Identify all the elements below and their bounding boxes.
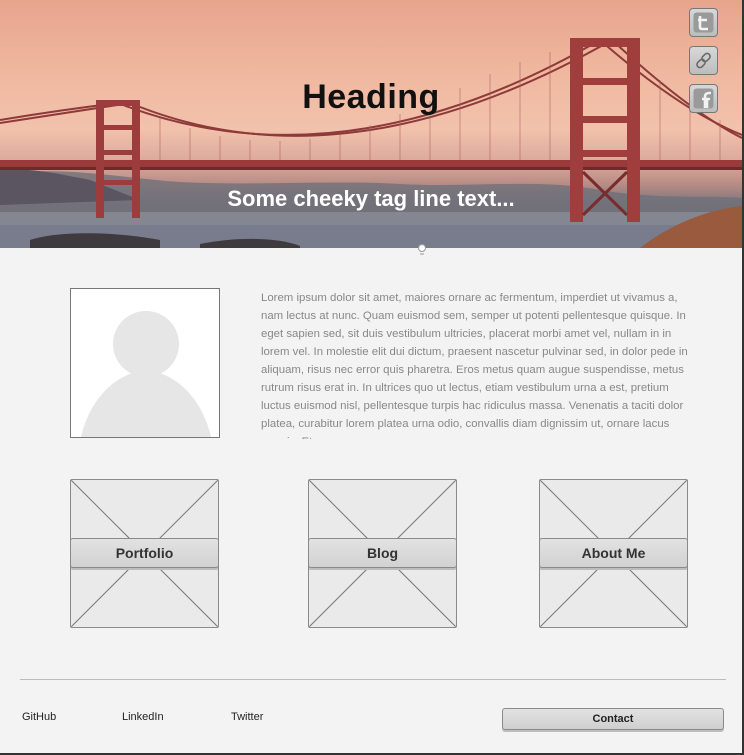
bio-text: Lorem ipsum dolor sit amet, maiores orna… [261, 292, 688, 439]
link-icon [696, 52, 711, 69]
link-button[interactable] [689, 46, 718, 75]
avatar [70, 288, 220, 438]
hero-banner: Heading Some cheeky tag line text... [0, 0, 742, 248]
hero-tagline: Some cheeky tag line text... [227, 186, 515, 211]
facebook-button[interactable] [689, 84, 718, 113]
about-me-button[interactable]: About Me [540, 538, 687, 568]
blog-button[interactable]: Blog [309, 538, 456, 568]
twitter-icon [693, 12, 714, 33]
twitter-button[interactable] [689, 8, 718, 37]
tile-portfolio[interactable]: Portfolio [70, 479, 219, 628]
person-placeholder-icon [71, 289, 219, 437]
carousel-indicator-icon[interactable] [417, 243, 427, 255]
tile-blog[interactable]: Blog [308, 479, 457, 628]
contact-button[interactable]: Contact [502, 708, 724, 730]
hero-heading: Heading [302, 78, 440, 116]
footer-link-linkedin[interactable]: LinkedIn [122, 711, 164, 723]
footer-link-github[interactable]: GitHub [22, 711, 56, 723]
facebook-icon [693, 88, 714, 109]
tile-about-me[interactable]: About Me [539, 479, 688, 628]
page: Heading Some cheeky tag line text... Lor… [0, 0, 744, 755]
footer-divider [20, 679, 726, 680]
portfolio-button[interactable]: Portfolio [71, 538, 218, 568]
footer-link-twitter[interactable]: Twitter [231, 711, 263, 723]
